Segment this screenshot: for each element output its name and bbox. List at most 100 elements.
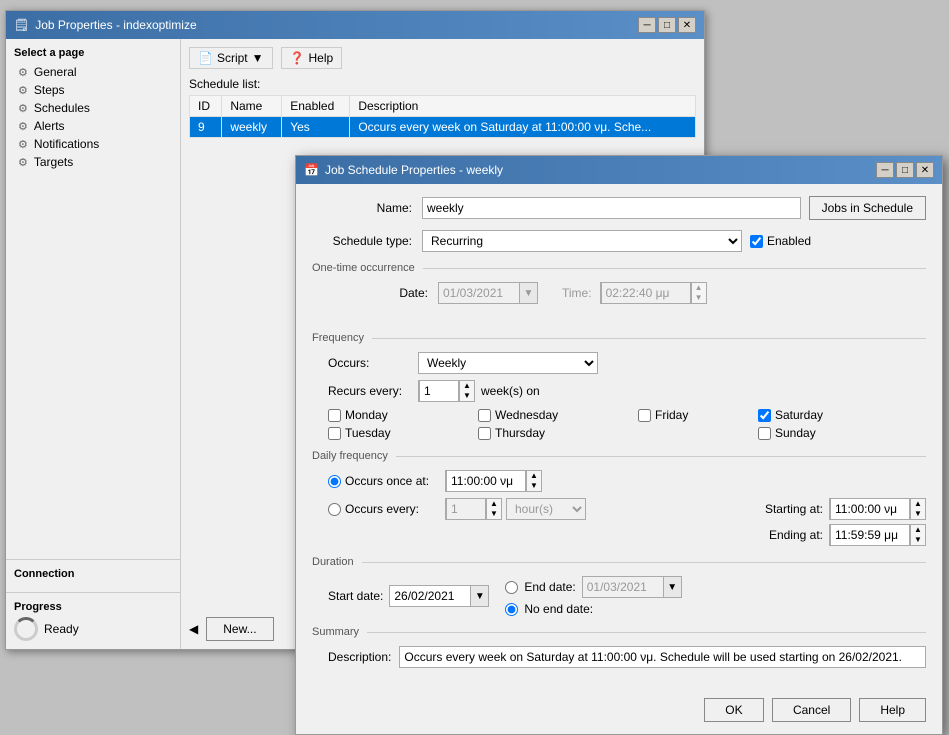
dialog-help-button[interactable]: Help — [859, 698, 926, 722]
dialog-buttons: OK Cancel Help — [296, 690, 942, 734]
occurs-every-input[interactable] — [446, 498, 486, 520]
monday-item: Monday — [328, 408, 478, 422]
sidebar-item-steps[interactable]: ⚙ Steps — [14, 81, 172, 99]
script-button[interactable]: 📄 Script ▼ — [189, 47, 273, 69]
friday-checkbox[interactable] — [638, 409, 651, 422]
thursday-item: Thursday — [478, 426, 638, 440]
time-down-button[interactable]: ▼ — [692, 293, 706, 303]
starting-down-button[interactable]: ▼ — [911, 509, 925, 519]
time-input[interactable] — [601, 282, 691, 304]
wednesday-checkbox[interactable] — [478, 409, 491, 422]
targets-icon: ⚙ — [18, 156, 28, 169]
occurs-label: Occurs: — [328, 356, 418, 370]
dialog-close-button[interactable]: ✕ — [916, 162, 934, 178]
thursday-checkbox[interactable] — [478, 427, 491, 440]
occurs-every-unit-select[interactable]: hour(s) minute(s) — [506, 498, 586, 520]
frequency-section-title: Frequency — [312, 332, 364, 344]
saturday-item: Saturday — [758, 408, 878, 422]
duration-section-title: Duration — [312, 556, 354, 568]
enabled-checkbox[interactable] — [750, 235, 763, 248]
ok-button[interactable]: OK — [704, 698, 764, 722]
occurs-every-radio[interactable] — [328, 503, 341, 516]
no-end-date-label: No end date: — [524, 602, 593, 616]
sidebar: Select a page ⚙ General ⚙ Steps ⚙ Schedu… — [6, 39, 181, 649]
occurs-once-at-label: Occurs once at: — [345, 474, 445, 488]
enabled-label: Enabled — [767, 234, 811, 248]
once-at-down-button[interactable]: ▼ — [527, 481, 541, 491]
time-up-button[interactable]: ▲ — [692, 283, 706, 293]
description-input[interactable] — [399, 646, 926, 668]
sidebar-item-alerts[interactable]: ⚙ Alerts — [14, 117, 172, 135]
date-picker-button[interactable]: ▼ — [519, 283, 537, 303]
sidebar-item-alerts-label: Alerts — [34, 119, 65, 133]
tuesday-label: Tuesday — [345, 426, 391, 440]
sidebar-item-targets-label: Targets — [34, 155, 73, 169]
close-button[interactable]: ✕ — [678, 17, 696, 33]
occurs-select[interactable]: Weekly Daily Monthly — [418, 352, 598, 374]
monday-label: Monday — [345, 408, 388, 422]
script-label: Script — [217, 51, 248, 65]
dialog-body: Name: Jobs in Schedule Schedule type: Re… — [296, 184, 942, 690]
ending-at-input[interactable] — [830, 524, 910, 546]
end-date-input[interactable] — [583, 577, 663, 597]
main-window-title: Job Properties - indexoptimize — [35, 18, 196, 32]
script-dropdown-icon: ▼ — [252, 51, 264, 65]
col-id: ID — [190, 96, 222, 117]
start-date-input[interactable] — [390, 586, 470, 606]
dialog-maximize-button[interactable]: □ — [896, 162, 914, 178]
recurs-down-button[interactable]: ▼ — [460, 391, 474, 401]
steps-icon: ⚙ — [18, 84, 28, 97]
tuesday-checkbox[interactable] — [328, 427, 341, 440]
every-down-button[interactable]: ▼ — [487, 509, 501, 519]
minimize-button[interactable]: ─ — [638, 17, 656, 33]
sunday-label: Sunday — [775, 426, 816, 440]
dialog-minimize-button[interactable]: ─ — [876, 162, 894, 178]
description-label: Description: — [328, 650, 391, 664]
sidebar-item-targets[interactable]: ⚙ Targets — [14, 153, 172, 171]
one-time-section-title: One-time occurrence — [312, 262, 415, 274]
monday-checkbox[interactable] — [328, 409, 341, 422]
table-row[interactable]: 9 weekly Yes Occurs every week on Saturd… — [190, 117, 696, 138]
jobs-in-schedule-button[interactable]: Jobs in Schedule — [809, 196, 926, 220]
sidebar-item-schedules[interactable]: ⚙ Schedules — [14, 99, 172, 117]
date-row: Date: ▼ Time: ▲ ▼ — [328, 282, 926, 304]
name-input[interactable] — [422, 197, 801, 219]
every-up-button[interactable]: ▲ — [487, 499, 501, 509]
one-time-section: One-time occurrence Date: ▼ Time: — [312, 262, 926, 322]
once-at-up-button[interactable]: ▲ — [527, 471, 541, 481]
no-end-date-radio[interactable] — [505, 603, 518, 616]
new-button[interactable]: New... — [206, 617, 273, 641]
dialog-title: Job Schedule Properties - weekly — [325, 163, 503, 177]
duration-section: Duration Start date: ▼ End — [312, 556, 926, 616]
ending-down-button[interactable]: ▼ — [911, 535, 925, 545]
sunday-checkbox[interactable] — [758, 427, 771, 440]
sidebar-item-general[interactable]: ⚙ General — [14, 63, 172, 81]
occurs-once-at-radio[interactable] — [328, 475, 341, 488]
sidebar-item-general-label: General — [34, 65, 77, 79]
cancel-button[interactable]: Cancel — [772, 698, 851, 722]
maximize-button[interactable]: □ — [658, 17, 676, 33]
start-date-picker-button[interactable]: ▼ — [470, 586, 488, 606]
starting-at-input[interactable] — [830, 498, 910, 520]
end-date-wrapper: ▼ — [582, 576, 682, 598]
date-input[interactable] — [439, 283, 519, 303]
recurs-every-input[interactable] — [419, 380, 459, 402]
recurs-up-button[interactable]: ▲ — [460, 381, 474, 391]
schedule-list-label: Schedule list: — [189, 77, 696, 91]
saturday-checkbox[interactable] — [758, 409, 771, 422]
scroll-left-icon[interactable]: ◀ — [189, 622, 198, 636]
recurs-every-label: Recurs every: — [328, 384, 418, 398]
date-label: Date: — [328, 286, 438, 300]
occurs-every-spinner: ▲ ▼ — [445, 498, 502, 520]
ending-at-spinner: ▲ ▼ — [829, 524, 926, 546]
sidebar-item-notifications[interactable]: ⚙ Notifications — [14, 135, 172, 153]
help-button[interactable]: ❓ Help — [281, 47, 343, 69]
schedule-type-select[interactable]: Recurring One time — [422, 230, 742, 252]
starting-up-button[interactable]: ▲ — [911, 499, 925, 509]
occurs-once-at-input[interactable] — [446, 470, 526, 492]
name-label: Name: — [312, 201, 422, 215]
end-date-radio[interactable] — [505, 581, 518, 594]
end-date-picker-button[interactable]: ▼ — [663, 577, 681, 597]
ending-up-button[interactable]: ▲ — [911, 525, 925, 535]
general-icon: ⚙ — [18, 66, 28, 79]
